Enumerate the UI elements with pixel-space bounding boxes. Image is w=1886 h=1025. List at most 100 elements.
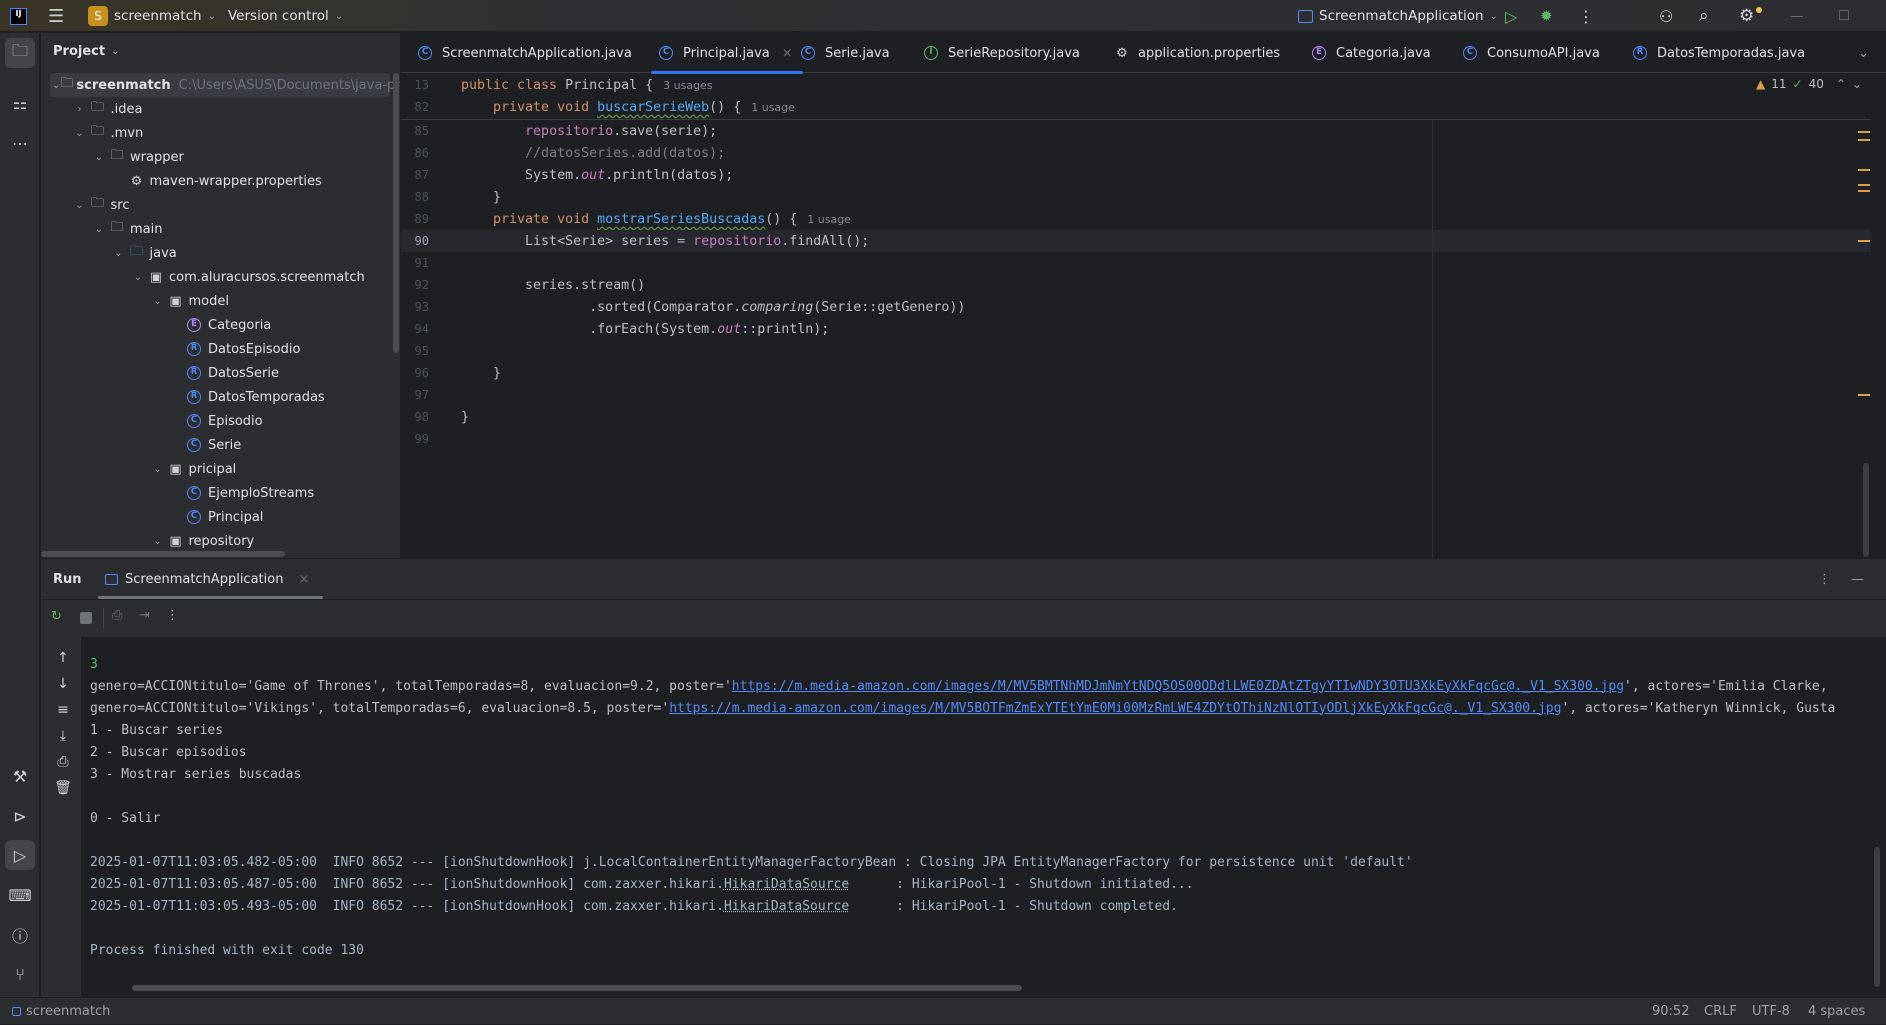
chevron-down-icon[interactable]: ⌄ [72, 128, 88, 139]
chevron-down-icon[interactable]: ⌄ [111, 248, 127, 259]
structure-icon[interactable]: ⚏ [5, 88, 35, 118]
problems-icon[interactable]: ⓘ [5, 920, 35, 950]
tree-item[interactable]: ⌄ ▣ com.aluracursos.screenmatch [41, 265, 399, 289]
search-icon[interactable]: ⌕ [1699, 0, 1709, 32]
code-line[interactable]: 82 private void buscarSerieWeb() {1 usag… [401, 96, 1871, 118]
warning-marker[interactable] [1858, 139, 1870, 141]
tree-item[interactable]: R DatosTemporadas [41, 385, 399, 409]
services-icon[interactable]: ⊳ [5, 801, 35, 831]
warning-marker[interactable] [1858, 240, 1870, 242]
next-highlight-icon[interactable]: ⌄ [1852, 77, 1862, 91]
run-config-selector[interactable]: ScreenmatchApplication ⌄ [1298, 0, 1498, 32]
chevron-down-icon[interactable]: ⌄ [91, 152, 107, 163]
project-selector[interactable]: S screenmatch ⌄ [88, 0, 216, 32]
tree-item[interactable]: ⌄ ▣ model [41, 289, 399, 313]
tree-item[interactable]: ⌄ 🗀 main [41, 217, 399, 241]
print-icon[interactable]: ⎙ [53, 749, 73, 775]
tree-item[interactable]: ⚙ maven-wrapper.properties [41, 169, 399, 193]
code-line[interactable]: 85 repositorio .save(serie); [401, 120, 1871, 142]
run-tool-icon[interactable]: ▷ [5, 840, 35, 870]
tree-item[interactable]: C Episodio [41, 409, 399, 433]
indent-setting[interactable]: 4 spaces [1808, 998, 1865, 1025]
more-tools-icon[interactable]: ⋯ [5, 128, 35, 158]
usages-hint[interactable]: 1 usage [751, 101, 795, 114]
warning-marker[interactable] [1858, 169, 1870, 171]
console-output[interactable]: 3 genero=ACCIONtitulo='Game of Thrones', … [81, 637, 1886, 998]
code-line[interactable]: 88 } [401, 186, 1871, 208]
editor-scrollbar[interactable] [1863, 463, 1869, 557]
tree-item[interactable]: C Serie [41, 433, 399, 457]
options-icon[interactable]: ⋮ [1818, 572, 1831, 587]
tree-item[interactable]: C Principal [41, 505, 399, 529]
code-line[interactable]: 95 [401, 340, 1871, 362]
tree-item[interactable]: R DatosEpisodio [41, 337, 399, 361]
tree-horizontal-scrollbar[interactable] [41, 551, 285, 557]
tree-item[interactable]: ⌄ 🗀 src [41, 193, 399, 217]
console-text[interactable]: HikariDataSource [724, 899, 849, 914]
debug-icon[interactable]: ✹ [1540, 0, 1553, 32]
tree-vertical-scrollbar[interactable] [393, 73, 399, 353]
chevron-down-icon[interactable]: ⌄ [91, 224, 107, 235]
editor-tab[interactable]: C ConsumoAPI.java [1461, 33, 1600, 73]
file-encoding[interactable]: UTF-8 [1752, 998, 1790, 1025]
editor-tab[interactable]: C ScreenmatchApplication.java [416, 33, 632, 73]
editor-tab[interactable]: C Principal.java × [651, 33, 803, 74]
minimize-window-icon[interactable]: — [1790, 0, 1804, 32]
code-line[interactable]: 89 private void mostrarSeriesBuscadas() … [401, 208, 1871, 230]
chevron-down-icon[interactable]: ⌄ [150, 464, 166, 475]
tree-item[interactable]: C EjemploStreams [41, 481, 399, 505]
run-icon[interactable]: ▷ [1505, 0, 1517, 32]
editor-tab[interactable]: ⚙ application.properties [1112, 33, 1280, 73]
stop-icon[interactable] [80, 612, 92, 624]
editor-tab[interactable]: C Serie.java [799, 33, 890, 73]
code-line[interactable]: 90 List<Serie> series = repositorio .find… [401, 230, 1871, 252]
console-horizontal-scrollbar[interactable] [132, 985, 1022, 991]
inspection-widget[interactable]: ▲ 11 ✓ 40 ⌃ ⌄ [1756, 77, 1862, 91]
warning-marker[interactable] [1858, 131, 1870, 133]
clear-trash-icon[interactable]: 🗑 [53, 775, 73, 801]
settings-gear-icon[interactable]: ⚙ [1739, 0, 1763, 32]
editor-tab[interactable]: E Categoria.java [1310, 33, 1431, 73]
usages-hint[interactable]: 1 usage [807, 213, 851, 226]
editor-tab[interactable]: R DatosTemporadas.java [1631, 33, 1805, 73]
tree-item[interactable]: ⌄ ▣ repository [41, 529, 399, 553]
warning-marker[interactable] [1858, 394, 1870, 396]
code-line[interactable]: 97 [401, 384, 1871, 406]
tree-item[interactable]: › 🗀 .idea [41, 97, 399, 121]
rerun-icon[interactable]: ↻ [51, 609, 62, 624]
warning-marker[interactable] [1858, 184, 1870, 186]
code-line[interactable]: 93 .sorted(Comparator. comparing (Serie::g… [401, 296, 1871, 318]
chevron-right-icon[interactable]: › [72, 104, 88, 115]
console-text[interactable]: HikariDataSource [724, 877, 849, 892]
chevron-down-icon[interactable]: ⌄ [52, 80, 60, 91]
chevron-down-icon[interactable]: ⌄ [72, 200, 88, 211]
tree-item[interactable]: ⌄ 🗀 screenmatch C:\Users\ASUS\Documents\jav… [50, 73, 400, 97]
line-separator[interactable]: CRLF [1704, 998, 1737, 1025]
main-menu-icon[interactable]: ☰ [48, 0, 64, 32]
code-line[interactable]: 86 //datosSeries.add(datos); [401, 142, 1871, 164]
editor-tab[interactable]: I SerieRepository.java [922, 33, 1080, 73]
chevron-down-icon[interactable]: ⌄ [150, 296, 166, 307]
maximize-window-icon[interactable]: ☐ [1838, 0, 1850, 32]
hide-panel-icon[interactable]: — [1851, 572, 1864, 587]
chevron-down-icon[interactable]: ⌄ [150, 536, 166, 547]
warning-marker[interactable] [1858, 190, 1870, 192]
more-options-icon[interactable]: ⋮ [1578, 0, 1594, 32]
app-logo-icon[interactable]: IJ [10, 0, 27, 32]
code-line[interactable]: 98} [401, 406, 1871, 428]
scroll-down-icon[interactable]: ↓ [53, 671, 73, 697]
run-tab[interactable]: ScreenmatchApplication × [98, 559, 324, 599]
project-folder-icon[interactable]: 🗀 [5, 38, 35, 68]
terminal-icon[interactable]: ⌨ [5, 880, 35, 910]
usages-hint[interactable]: 3 usages [663, 79, 712, 92]
version-control-menu[interactable]: Version control ⌄ [228, 0, 343, 32]
console-vertical-scrollbar[interactable] [1874, 847, 1880, 987]
build-hammer-icon[interactable]: ⚒ [5, 761, 35, 791]
chevron-down-icon[interactable]: ⌄ [130, 272, 146, 283]
tab-list-chevron-icon[interactable]: ⌄ [1858, 46, 1869, 61]
code-line[interactable]: 96 } [401, 362, 1871, 384]
tree-item[interactable]: ⌄ 🗀 wrapper [41, 145, 399, 169]
status-project[interactable]: screenmatch [12, 998, 110, 1025]
project-panel-header[interactable]: Project ⌄ [53, 44, 119, 59]
caret-position[interactable]: 90:52 [1652, 998, 1689, 1025]
